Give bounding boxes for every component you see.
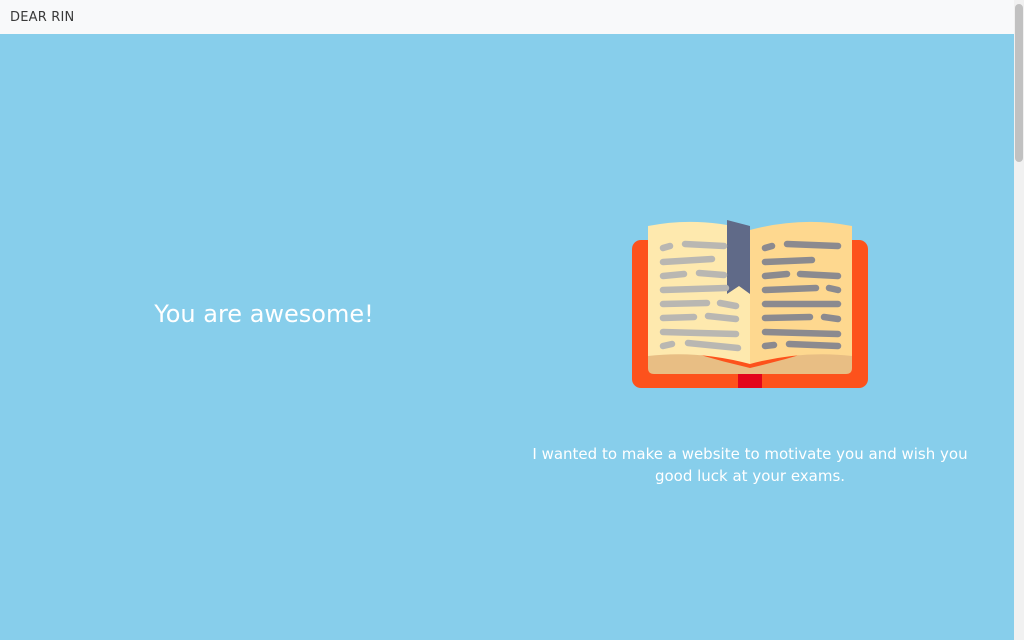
hero-section: You are awesome! I wanted to make a webs… — [0, 34, 1014, 640]
scrollbar-thumb[interactable] — [1015, 4, 1023, 162]
hero-headline: You are awesome! — [154, 300, 374, 328]
top-navbar: DEAR RIN — [0, 0, 1014, 34]
open-book-icon — [632, 220, 868, 388]
vertical-scrollbar[interactable] — [1014, 0, 1024, 640]
bookmark-ribbon — [727, 220, 750, 294]
motivation-message: I wanted to make a website to motivate y… — [532, 445, 968, 485]
brand-link[interactable]: DEAR RIN — [10, 10, 74, 25]
